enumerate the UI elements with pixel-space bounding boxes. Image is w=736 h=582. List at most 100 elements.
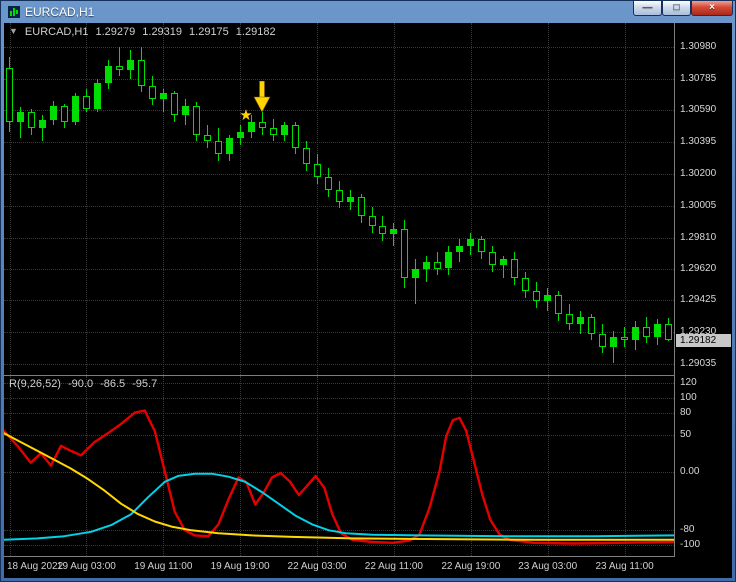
- chart-header: ▼ EURCAD,H1 1.29279 1.29319 1.29175 1.29…: [9, 26, 276, 38]
- chart-menu-arrow-icon[interactable]: ▼: [9, 26, 18, 38]
- candle: [291, 125, 299, 148]
- candle: [533, 291, 541, 302]
- price-axis-label: 1.30200: [680, 168, 717, 179]
- candle: [577, 317, 585, 324]
- candle: [401, 229, 409, 279]
- price-axis-label: 1.30395: [680, 136, 717, 148]
- candle: [104, 66, 112, 83]
- price-axis-label: 1.30005: [680, 199, 717, 211]
- window-controls: — □ ×: [633, 1, 733, 22]
- price-axis-label: 1.29230: [680, 326, 717, 338]
- candle: [478, 239, 486, 253]
- indicator-axis-label: 80: [680, 406, 692, 418]
- star-marker-icon: ★: [239, 107, 253, 125]
- price-axis-label: 1.29035: [680, 357, 717, 369]
- candle: [17, 112, 24, 122]
- grid-line-vertical: [547, 23, 549, 375]
- candle: [412, 268, 420, 279]
- candle: [379, 226, 387, 235]
- candle: [214, 141, 222, 155]
- candle: [335, 190, 343, 202]
- candle: [159, 92, 167, 99]
- candle: [434, 262, 442, 269]
- grid-line-horizontal: [4, 332, 674, 334]
- restore-button[interactable]: □: [662, 1, 691, 16]
- price-axis[interactable]: 1.29182 1.30980 1.30785 1.30590 1.30395 1.30…: [674, 23, 732, 557]
- candle: [654, 324, 661, 337]
- close-button[interactable]: ×: [691, 1, 733, 16]
- grid-line-vertical: [624, 23, 626, 375]
- grid-line-horizontal: [4, 363, 674, 365]
- candle-wick: [393, 222, 395, 246]
- minimize-button[interactable]: —: [633, 1, 662, 16]
- grid-line-horizontal: [4, 174, 674, 175]
- candle: [522, 278, 530, 292]
- candle: [555, 294, 563, 315]
- ohlc-open: 1.29279: [95, 26, 136, 38]
- indicator-axis-label: -80: [680, 524, 695, 536]
- indicator-axis-label: 100: [680, 392, 697, 403]
- candle: [115, 66, 123, 70]
- window-titlebar[interactable]: EURCAD,H1 — □ ×: [1, 1, 735, 22]
- indicator-header: R(9,26,52) -90.0 -86.5 -95.7: [9, 378, 157, 390]
- candle: [445, 252, 453, 269]
- grid-line-vertical: [163, 23, 165, 375]
- window-title: EURCAD,H1: [25, 4, 95, 19]
- time-axis-label: 19 Aug 03:00: [56, 561, 116, 572]
- indicator-axis-label: 50: [680, 428, 692, 440]
- app-icon: [8, 5, 20, 18]
- candle: [192, 105, 200, 135]
- candle: [390, 229, 398, 235]
- price-axis-label: 1.30590: [680, 104, 717, 116]
- time-axis-label: 22 Aug 11:00: [364, 561, 423, 572]
- candle-wick: [613, 330, 615, 364]
- grid-line-horizontal: [4, 142, 674, 144]
- candle: [93, 82, 101, 109]
- candle: [357, 196, 365, 217]
- candle: [423, 262, 431, 269]
- candle: [6, 68, 13, 122]
- candle: [456, 245, 464, 253]
- grid-line-vertical: [470, 23, 472, 375]
- price-axis-label: 1.30980: [680, 40, 717, 52]
- chart-symbol-timeframe: EURCAD,H1: [24, 26, 89, 38]
- main-price-pane[interactable]: ▼ EURCAD,H1 1.29279 1.29319 1.29175 1.29…: [4, 23, 674, 375]
- candle-wick: [118, 46, 120, 77]
- candle: [126, 59, 134, 70]
- candle: [225, 138, 233, 155]
- candle: [665, 324, 672, 340]
- time-axis-label: 18 Aug 2022: [7, 561, 64, 572]
- price-axis-label: 1.29810: [680, 231, 717, 243]
- time-axis[interactable]: 18 Aug 2022 19 Aug 03:00 19 Aug 11:00 19 Au…: [4, 557, 732, 578]
- candle: [346, 196, 354, 202]
- indicator-line-yellow: [4, 432, 674, 541]
- grid-line-horizontal: [4, 268, 674, 270]
- grid-line-vertical: [86, 23, 88, 375]
- candle: [544, 294, 552, 302]
- grid-line-vertical: [393, 23, 395, 375]
- time-axis-label: 19 Aug 11:00: [134, 561, 193, 572]
- candle: [38, 120, 46, 129]
- indicator-lines: [4, 409, 674, 545]
- candle: [269, 128, 277, 135]
- candle: [71, 95, 79, 122]
- candle: [181, 105, 189, 116]
- indicator-axis-label: 0.00: [680, 465, 700, 477]
- time-axis-label: 22 Aug 03:00: [287, 561, 347, 572]
- indicator-value-3: -95.7: [132, 378, 158, 390]
- candle: [621, 337, 629, 341]
- candle: [60, 105, 68, 122]
- grid-line-vertical: [317, 23, 318, 375]
- indicator-axis-label: -100: [680, 539, 701, 550]
- grid-line-horizontal: [4, 237, 674, 239]
- candle: [280, 125, 288, 135]
- time-axis-label: 23 Aug 11:00: [595, 561, 654, 572]
- candle: [236, 131, 244, 139]
- price-axis-label: 1.30785: [680, 72, 717, 84]
- candle: [82, 95, 90, 109]
- chart-area: ▼ EURCAD,H1 1.29279 1.29319 1.29175 1.29…: [4, 23, 732, 578]
- indicator-axis-label: 120: [680, 377, 697, 389]
- candle: [643, 327, 650, 337]
- indicator-pane[interactable]: R(9,26,52) -90.0 -86.5 -95.7: [4, 376, 674, 556]
- candle: [588, 317, 596, 334]
